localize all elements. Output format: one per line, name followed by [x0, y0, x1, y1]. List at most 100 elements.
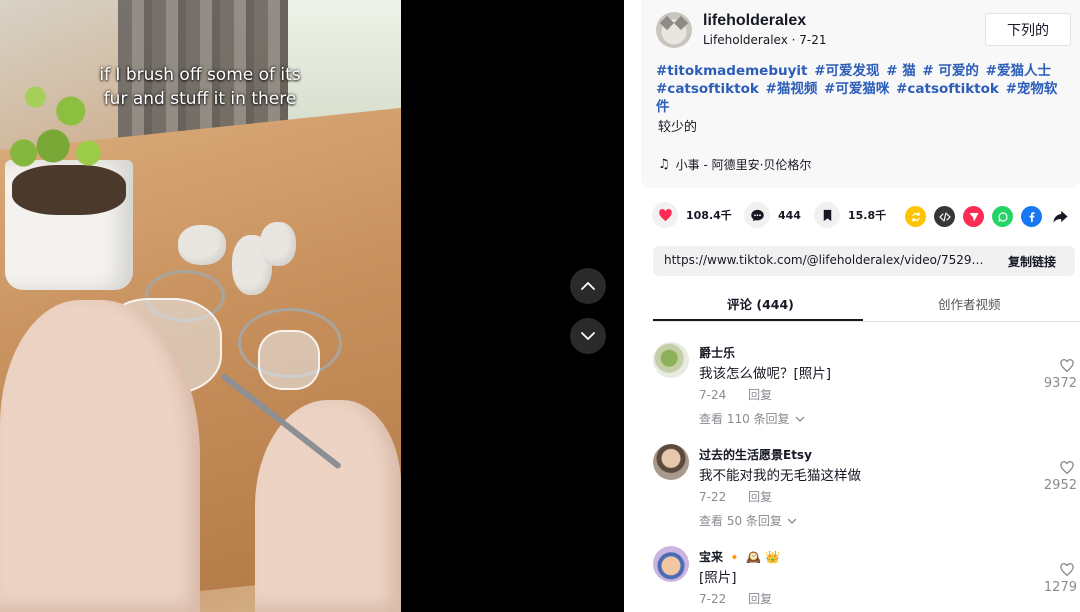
hashtag-link[interactable]: # 猫 — [886, 63, 916, 79]
hashtag-link[interactable]: #titokmademebuyit — [656, 63, 807, 79]
heart-outline-icon[interactable] — [1059, 460, 1075, 476]
comment-meta: 7-24 回复 — [699, 386, 790, 403]
chevron-up-icon — [581, 282, 595, 290]
embed-icon — [938, 211, 951, 222]
share-arrow-icon — [1053, 210, 1068, 223]
tab-comments[interactable]: 评论 (444) — [727, 294, 794, 313]
commenter-avatar[interactable] — [653, 342, 689, 378]
chevron-down-icon — [787, 518, 797, 524]
caption-line: fur and stuff it in there — [103, 89, 297, 109]
comment-like-count: 1279 — [1043, 580, 1077, 595]
comment-button[interactable]: 444 — [744, 202, 801, 228]
save-count: 15.8千 — [848, 209, 887, 222]
hashtag-link[interactable]: #爱猫人士 — [986, 63, 1051, 79]
comment-meta: 7-22 回复 — [699, 590, 790, 607]
facebook-icon — [1029, 211, 1034, 222]
comment-like-count: 2952 — [1043, 478, 1077, 493]
comment-icon-circle — [744, 202, 770, 228]
commenter-avatar[interactable] — [653, 546, 689, 582]
video-caption: if I brush off some of its fur and stuff… — [60, 63, 340, 111]
bookmark-icon — [823, 209, 831, 221]
like-button[interactable]: 108.4千 — [652, 202, 732, 228]
hashtag-list: #titokmademebuyit #可爱发现 # 猫 # 可爱的 #爱猫人士 … — [656, 62, 1068, 116]
view-replies-label: 查看 50 条回复 — [699, 514, 782, 528]
previous-video-button[interactable] — [570, 268, 606, 304]
commenter-name[interactable]: 爵士乐 — [699, 344, 735, 361]
comment-like: 1279 — [1037, 562, 1077, 595]
comment-item: 过去的生活愿景Etsy 我不能对我的无毛猫这样做 7-22 回复 查看 50 条… — [653, 444, 1080, 540]
whatsapp-icon — [997, 211, 1008, 222]
comment-meta: 7-22 回复 — [699, 488, 790, 505]
music-link[interactable]: ♫ 小事 - 阿德里安·贝伦格尔 — [658, 156, 811, 173]
comment-item: 宝来 🔸 🕰️ 👑 [照片] 7-22 回复 1279 — [653, 546, 1080, 612]
heart-outline-icon[interactable] — [1059, 562, 1075, 578]
comment-text: [照片] — [699, 570, 737, 586]
comment-date: 7-22 — [699, 592, 727, 606]
view-replies-button[interactable]: 查看 110 条回复 — [699, 410, 806, 427]
repost-button[interactable] — [905, 206, 926, 227]
hand-image — [0, 300, 200, 612]
commenter-name[interactable]: 宝来 🔸 🕰️ 👑 — [699, 548, 780, 565]
author-handle-date: Lifeholderalex · 7-21 — [703, 33, 827, 47]
hashtag-link[interactable]: #catsoftiktok — [656, 81, 759, 97]
action-bar: 108.4千 444 15.8千 — [652, 202, 1076, 234]
comment-item: 爵士乐 我该怎么做呢？[照片] 7-24 回复 查看 110 条回复 9372 — [653, 342, 1080, 438]
video-player[interactable]: if I brush off some of its fur and stuff… — [0, 0, 401, 612]
send-to-friend-button[interactable] — [963, 206, 984, 227]
chevron-down-icon — [581, 332, 595, 340]
repost-icon — [911, 211, 920, 222]
video-url[interactable]: https://www.tiktok.com/@lifeholderalex/v… — [664, 253, 989, 267]
commenter-name[interactable]: 过去的生活愿景Etsy — [699, 446, 812, 463]
hashtag-link[interactable]: #猫视频 — [766, 81, 818, 97]
hashtag-link[interactable]: #可爱猫咪 — [824, 81, 889, 97]
tab-creator-videos[interactable]: 创作者视频 — [938, 294, 1001, 313]
next-video-button[interactable] — [570, 318, 606, 354]
like-icon-circle — [652, 202, 678, 228]
comment-like: 2952 — [1037, 460, 1077, 493]
comment-like-count: 9372 — [1043, 376, 1077, 391]
send-icon — [969, 212, 978, 221]
comment-text: 我该怎么做呢？[照片] — [699, 366, 832, 382]
view-replies-button[interactable]: 查看 50 条回复 — [699, 512, 798, 529]
facebook-share-button[interactable] — [1021, 206, 1042, 227]
music-note-icon: ♫ — [658, 157, 670, 172]
reply-button[interactable]: 回复 — [748, 592, 772, 606]
view-replies-label: 查看 110 条回复 — [699, 412, 790, 426]
glass-charm-image — [258, 330, 320, 390]
like-count: 108.4千 — [686, 209, 732, 222]
author-name[interactable]: lifeholderalex — [703, 12, 806, 30]
side-panel: lifeholderalex Lifeholderalex · 7-21 下列的… — [624, 0, 1080, 612]
hashtag-link[interactable]: # 可爱的 — [922, 63, 979, 79]
whatsapp-share-button[interactable] — [992, 206, 1013, 227]
video-description: 较少的 — [658, 120, 698, 135]
fur-tuft-image — [178, 225, 226, 265]
description-card: lifeholderalex Lifeholderalex · 7-21 下列的… — [641, 0, 1080, 188]
comment-date: 7-24 — [699, 388, 727, 402]
music-title: 小事 - 阿德里安·贝伦格尔 — [675, 158, 812, 172]
comment-text: 我不能对我的无毛猫这样做 — [699, 468, 861, 484]
copy-link-box: https://www.tiktok.com/@lifeholderalex/v… — [653, 246, 1075, 276]
fur-tuft-image — [260, 222, 296, 266]
copy-link-button[interactable]: 复制链接 — [1008, 253, 1056, 270]
reply-button[interactable]: 回复 — [748, 490, 772, 504]
comment-count: 444 — [778, 208, 801, 222]
hashtag-link[interactable]: #catsoftiktok — [896, 81, 999, 97]
active-tab-indicator — [653, 319, 863, 321]
comment-like: 9372 — [1037, 358, 1077, 391]
heart-outline-icon[interactable] — [1059, 358, 1075, 374]
embed-button[interactable] — [934, 206, 955, 227]
commenter-avatar[interactable] — [653, 444, 689, 480]
author-avatar[interactable] — [656, 12, 692, 48]
save-button[interactable]: 15.8千 — [814, 202, 886, 228]
follow-button[interactable]: 下列的 — [985, 13, 1071, 46]
reply-button[interactable]: 回复 — [748, 388, 772, 402]
chevron-down-icon — [795, 416, 804, 422]
heart-icon — [658, 208, 672, 221]
save-icon-circle — [814, 202, 840, 228]
panel-tabs: 评论 (444) 创作者视频 — [653, 286, 1080, 322]
video-area: if I brush off some of its fur and stuff… — [0, 0, 624, 612]
hashtag-link[interactable]: #可爱发现 — [814, 63, 879, 79]
more-share-button[interactable] — [1050, 206, 1071, 227]
caption-line: if I brush off some of its — [99, 65, 301, 85]
comment-icon — [750, 209, 764, 221]
